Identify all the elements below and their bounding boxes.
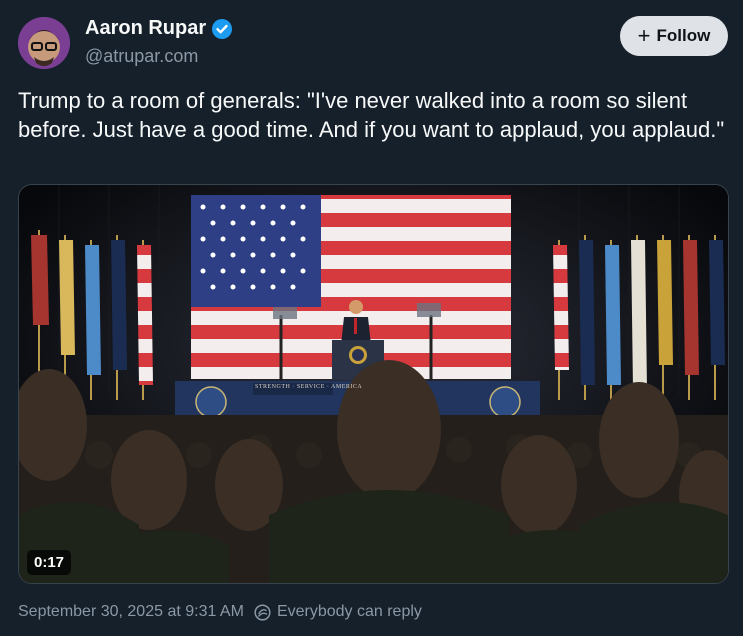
follow-button-label: Follow [656,26,711,45]
video-player[interactable]: STRENGTH · SERVICE · AMERICA 0:17 [18,184,729,584]
author-handle[interactable]: @atrupar.com [85,46,198,67]
follow-button[interactable]: + Follow [620,16,728,56]
reply-setting[interactable]: Everybody can reply [254,603,422,621]
post-text: Trump to a room of generals: "I've never… [18,88,725,142]
plus-icon: + [637,23,651,48]
video-duration: 0:17 [27,550,72,575]
avatar-image [18,17,70,69]
author-avatar[interactable] [18,17,70,69]
post-timestamp[interactable]: September 30, 2025 at 9:31 AM [18,603,244,621]
reply-setting-text: Everybody can reply [276,603,422,620]
podium-sign-text: STRENGTH · SERVICE · AMERICA [255,384,363,390]
video-frame [19,185,728,583]
verified-badge-icon [212,18,233,39]
author-name[interactable]: Aaron Rupar [85,17,233,40]
author-name-text[interactable]: Aaron Rupar [85,17,206,40]
reply-permission-icon [254,603,271,621]
post-footer: September 30, 2025 at 9:31 AM Everybody … [18,603,422,621]
